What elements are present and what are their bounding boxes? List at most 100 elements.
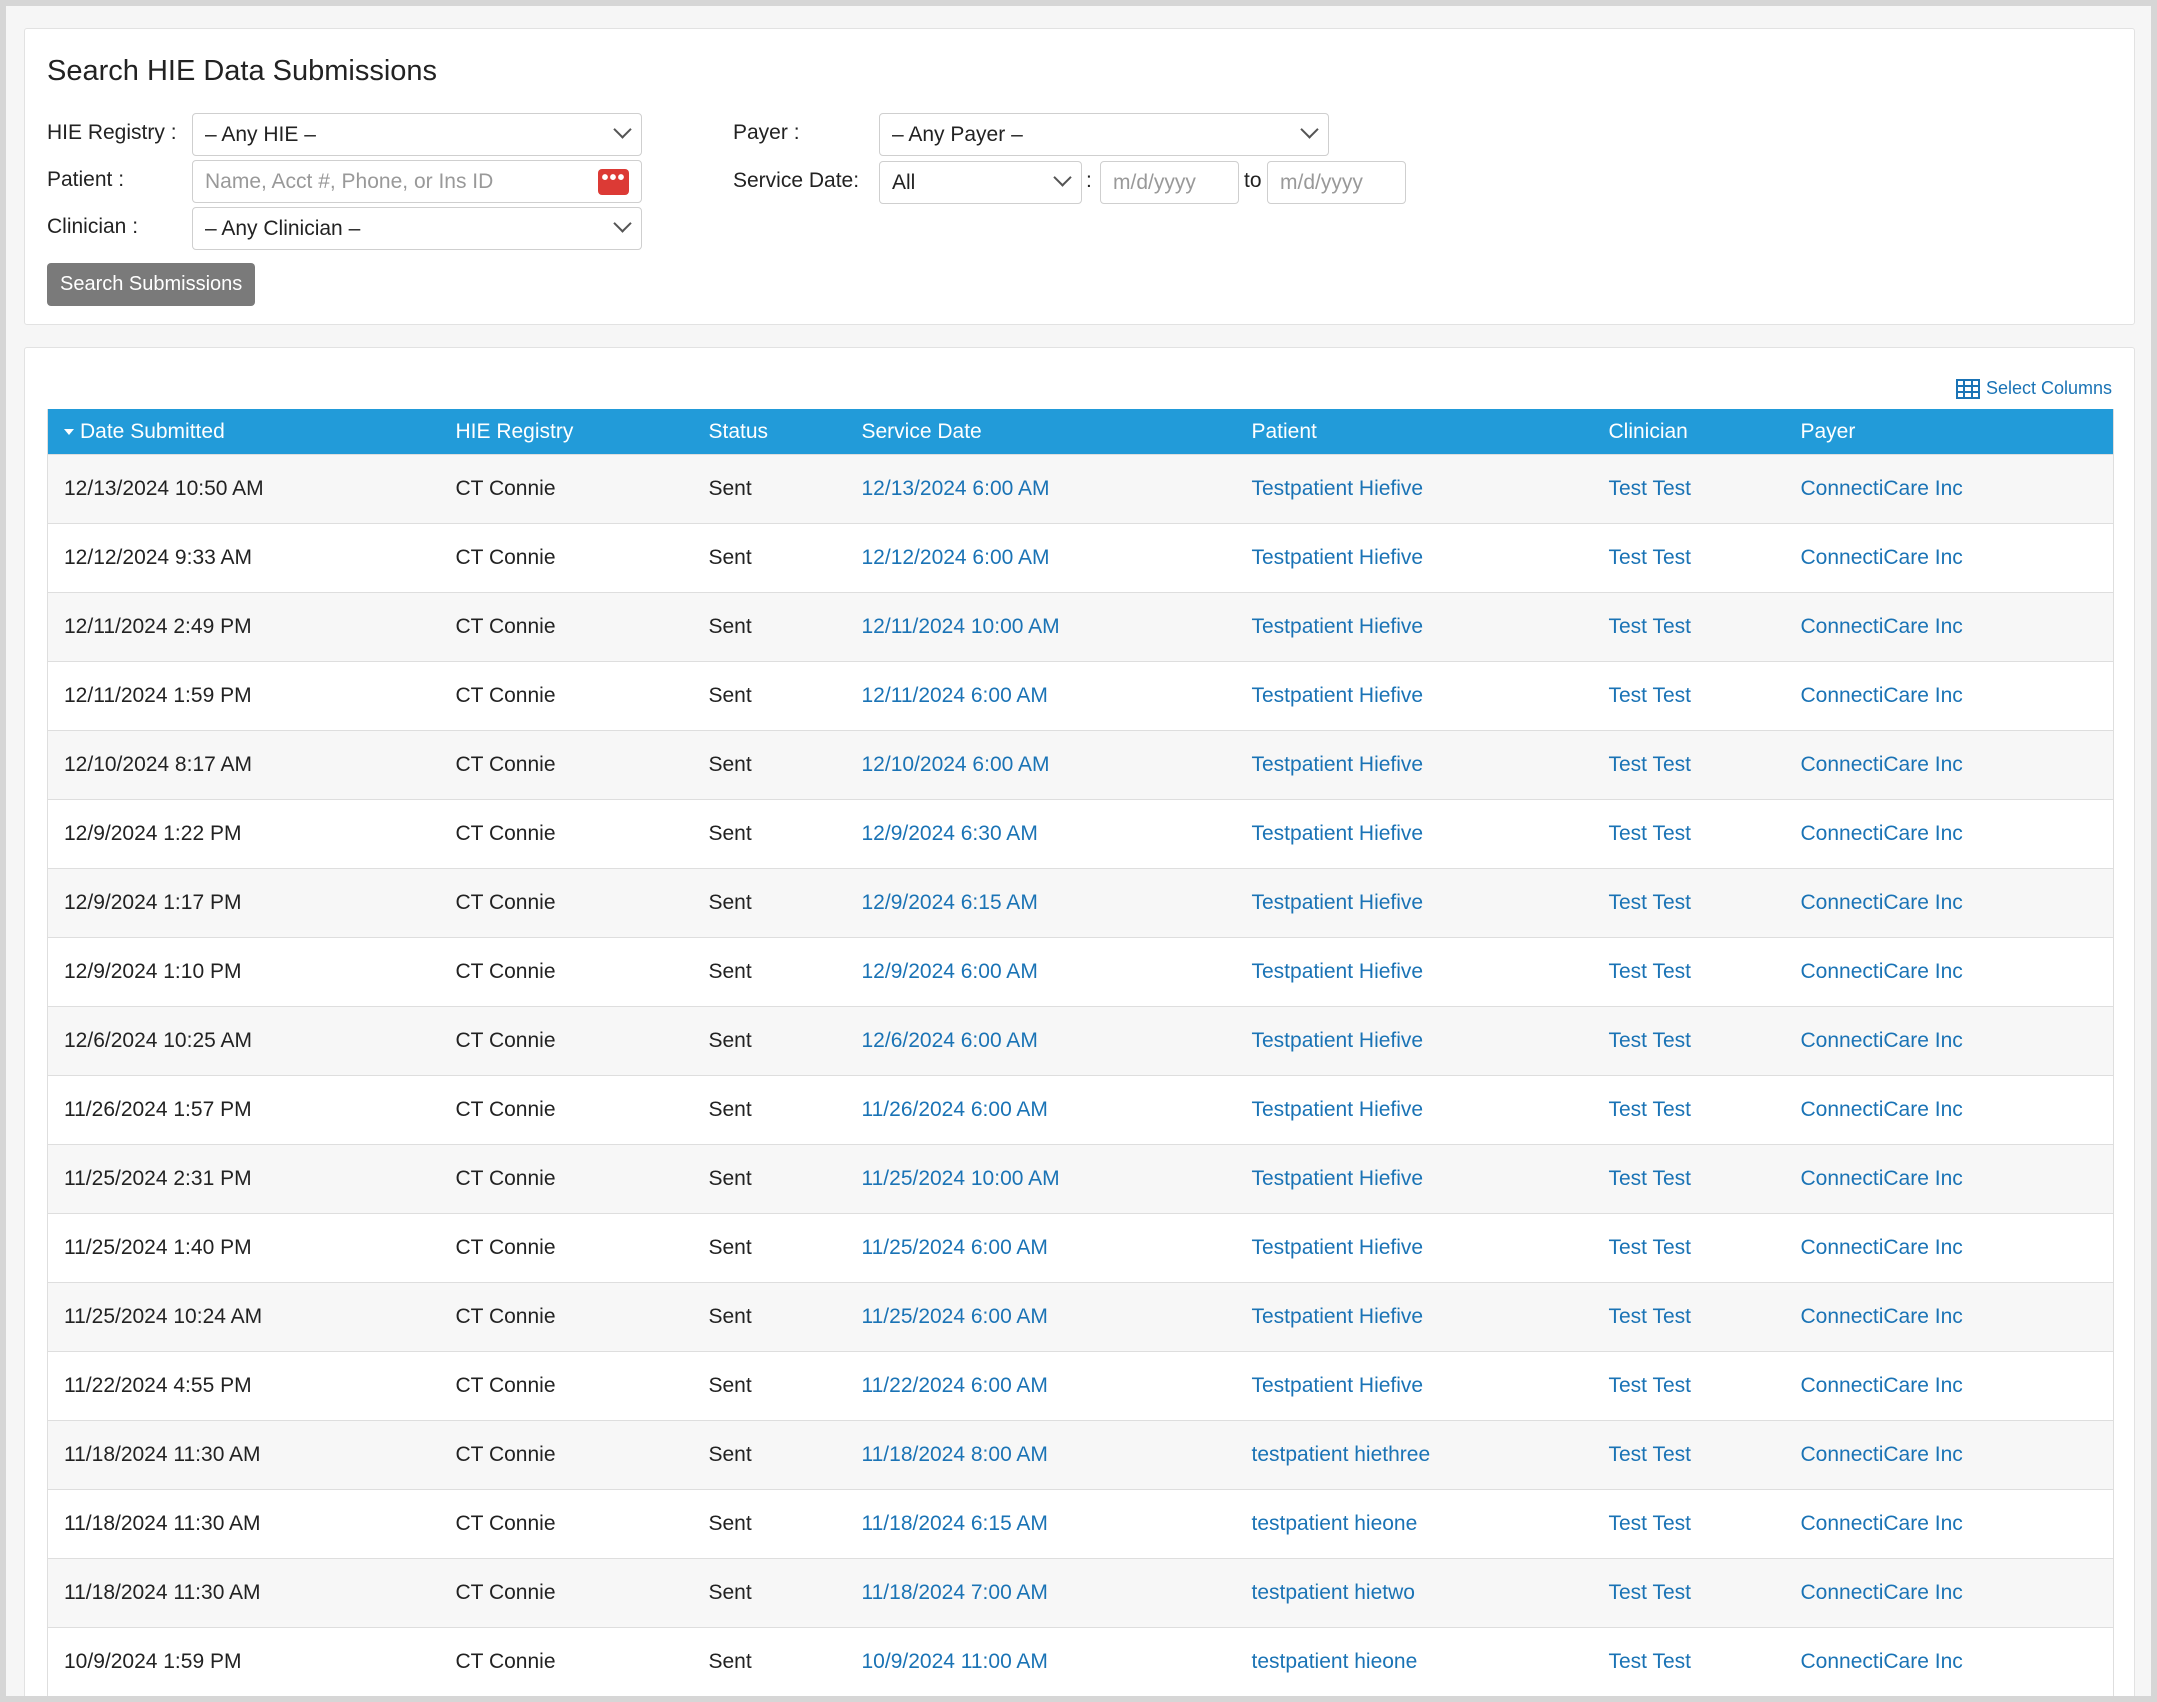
payer-link[interactable]: ConnectiCare Inc (1784, 937, 2114, 1007)
clinician-link[interactable]: Test Test (1592, 1351, 1785, 1421)
table-row[interactable]: 12/9/2024 1:17 PM CT Connie Sent 12/9/2024 … (47, 868, 2114, 938)
service-date-link[interactable]: 12/9/2024 6:15 AM (845, 868, 1236, 938)
service-date-link[interactable]: 11/26/2024 6:00 AM (845, 1075, 1236, 1145)
service-date-link[interactable]: 12/11/2024 6:00 AM (845, 661, 1236, 731)
patient-link[interactable]: Testpatient Hiefive (1235, 730, 1593, 800)
service-date-from-input[interactable]: m/d/yyyy (1100, 161, 1239, 204)
table-row[interactable]: 12/10/2024 8:17 AM CT Connie Sent 12/10/202… (47, 730, 2114, 800)
payer-link[interactable]: ConnectiCare Inc (1784, 1489, 2114, 1559)
clinician-link[interactable]: Test Test (1592, 799, 1785, 869)
table-row[interactable]: 10/9/2024 1:59 PM CT Connie Sent 10/9/2024 … (47, 1627, 2114, 1696)
column-header-hie-registry[interactable]: HIE Registry (440, 409, 693, 455)
clinician-link[interactable]: Test Test (1592, 868, 1785, 938)
payer-link[interactable]: ConnectiCare Inc (1784, 1627, 2114, 1696)
clinician-link[interactable]: Test Test (1592, 1144, 1785, 1214)
column-header-service-date[interactable]: Service Date (846, 409, 1236, 455)
table-row[interactable]: 11/26/2024 1:57 PM CT Connie Sent 11/26/202… (47, 1075, 2114, 1145)
patient-link[interactable]: Testpatient Hiefive (1235, 661, 1593, 731)
payer-link[interactable]: ConnectiCare Inc (1784, 1075, 2114, 1145)
clinician-link[interactable]: Test Test (1592, 1627, 1785, 1696)
payer-select[interactable]: – Any Payer – (879, 113, 1329, 156)
payer-link[interactable]: ConnectiCare Inc (1784, 454, 2114, 524)
payer-link[interactable]: ConnectiCare Inc (1784, 868, 2114, 938)
column-header-clinician[interactable]: Clinician (1593, 409, 1785, 455)
table-row[interactable]: 12/9/2024 1:10 PM CT Connie Sent 12/9/2024 … (47, 937, 2114, 1007)
column-header-payer[interactable]: Payer (1785, 409, 2114, 455)
hie-registry-select[interactable]: – Any HIE – (192, 113, 642, 156)
clinician-link[interactable]: Test Test (1592, 523, 1785, 593)
table-row[interactable]: 11/18/2024 11:30 AM CT Connie Sent 11/18/20… (47, 1558, 2114, 1628)
patient-link[interactable]: Testpatient Hiefive (1235, 799, 1593, 869)
table-row[interactable]: 11/22/2024 4:55 PM CT Connie Sent 11/22/202… (47, 1351, 2114, 1421)
table-row[interactable]: 12/11/2024 1:59 PM CT Connie Sent 12/11/202… (47, 661, 2114, 731)
table-row[interactable]: 12/9/2024 1:22 PM CT Connie Sent 12/9/2024 … (47, 799, 2114, 869)
patient-link[interactable]: Testpatient Hiefive (1235, 523, 1593, 593)
payer-link[interactable]: ConnectiCare Inc (1784, 730, 2114, 800)
patient-link[interactable]: Testpatient Hiefive (1235, 1213, 1593, 1283)
service-date-range-select[interactable]: All (879, 161, 1082, 204)
service-date-link[interactable]: 11/22/2024 6:00 AM (845, 1351, 1236, 1421)
clinician-link[interactable]: Test Test (1592, 1558, 1785, 1628)
patient-link[interactable]: Testpatient Hiefive (1235, 1282, 1593, 1352)
patient-link[interactable]: Testpatient Hiefive (1235, 1006, 1593, 1076)
patient-link[interactable]: Testpatient Hiefive (1235, 1144, 1593, 1214)
payer-link[interactable]: ConnectiCare Inc (1784, 1006, 2114, 1076)
clinician-link[interactable]: Test Test (1592, 1489, 1785, 1559)
patient-link[interactable]: testpatient hieone (1235, 1489, 1593, 1559)
clinician-link[interactable]: Test Test (1592, 1282, 1785, 1352)
clinician-link[interactable]: Test Test (1592, 730, 1785, 800)
column-header-date-submitted[interactable]: Date Submitted (48, 409, 440, 455)
table-row[interactable]: 11/25/2024 2:31 PM CT Connie Sent 11/25/202… (47, 1144, 2114, 1214)
clinician-link[interactable]: Test Test (1592, 1006, 1785, 1076)
clinician-link[interactable]: Test Test (1592, 454, 1785, 524)
clinician-select[interactable]: – Any Clinician – (192, 207, 642, 250)
clinician-link[interactable]: Test Test (1592, 1213, 1785, 1283)
payer-link[interactable]: ConnectiCare Inc (1784, 799, 2114, 869)
patient-link[interactable]: Testpatient Hiefive (1235, 592, 1593, 662)
column-header-status[interactable]: Status (693, 409, 846, 455)
patient-search-input[interactable]: Name, Acct #, Phone, or Ins ID ••• (192, 160, 642, 203)
payer-link[interactable]: ConnectiCare Inc (1784, 523, 2114, 593)
patient-link[interactable]: testpatient hietwo (1235, 1558, 1593, 1628)
table-row[interactable]: 12/6/2024 10:25 AM CT Connie Sent 12/6/2024… (47, 1006, 2114, 1076)
patient-link[interactable]: Testpatient Hiefive (1235, 937, 1593, 1007)
table-row[interactable]: 11/25/2024 10:24 AM CT Connie Sent 11/25/20… (47, 1282, 2114, 1352)
clinician-link[interactable]: Test Test (1592, 1420, 1785, 1490)
table-row[interactable]: 11/18/2024 11:30 AM CT Connie Sent 11/18/20… (47, 1489, 2114, 1559)
patient-link[interactable]: testpatient hieone (1235, 1627, 1593, 1696)
service-date-link[interactable]: 11/18/2024 6:15 AM (845, 1489, 1236, 1559)
table-row[interactable]: 11/25/2024 1:40 PM CT Connie Sent 11/25/202… (47, 1213, 2114, 1283)
service-date-link[interactable]: 12/11/2024 10:00 AM (845, 592, 1236, 662)
service-date-link[interactable]: 11/18/2024 7:00 AM (845, 1558, 1236, 1628)
payer-link[interactable]: ConnectiCare Inc (1784, 661, 2114, 731)
clinician-link[interactable]: Test Test (1592, 592, 1785, 662)
payer-link[interactable]: ConnectiCare Inc (1784, 592, 2114, 662)
column-header-patient[interactable]: Patient (1236, 409, 1593, 455)
service-date-link[interactable]: 12/9/2024 6:30 AM (845, 799, 1236, 869)
service-date-link[interactable]: 11/25/2024 6:00 AM (845, 1282, 1236, 1352)
patient-link[interactable]: Testpatient Hiefive (1235, 1075, 1593, 1145)
patient-link[interactable]: Testpatient Hiefive (1235, 454, 1593, 524)
more-dots-icon[interactable]: ••• (598, 168, 629, 195)
service-date-link[interactable]: 11/25/2024 10:00 AM (845, 1144, 1236, 1214)
clinician-link[interactable]: Test Test (1592, 661, 1785, 731)
table-row[interactable]: 12/12/2024 9:33 AM CT Connie Sent 12/12/202… (47, 523, 2114, 593)
payer-link[interactable]: ConnectiCare Inc (1784, 1558, 2114, 1628)
service-date-link[interactable]: 11/18/2024 8:00 AM (845, 1420, 1236, 1490)
service-date-to-input[interactable]: m/d/yyyy (1267, 161, 1406, 204)
patient-link[interactable]: testpatient hiethree (1235, 1420, 1593, 1490)
payer-link[interactable]: ConnectiCare Inc (1784, 1282, 2114, 1352)
payer-link[interactable]: ConnectiCare Inc (1784, 1351, 2114, 1421)
service-date-link[interactable]: 12/6/2024 6:00 AM (845, 1006, 1236, 1076)
service-date-link[interactable]: 12/10/2024 6:00 AM (845, 730, 1236, 800)
service-date-link[interactable]: 10/9/2024 11:00 AM (845, 1627, 1236, 1696)
search-submissions-button[interactable]: Search Submissions (47, 263, 256, 306)
payer-link[interactable]: ConnectiCare Inc (1784, 1420, 2114, 1490)
service-date-link[interactable]: 12/9/2024 6:00 AM (845, 937, 1236, 1007)
clinician-link[interactable]: Test Test (1592, 1075, 1785, 1145)
patient-link[interactable]: Testpatient Hiefive (1235, 868, 1593, 938)
service-date-link[interactable]: 12/13/2024 6:00 AM (845, 454, 1236, 524)
payer-link[interactable]: ConnectiCare Inc (1784, 1213, 2114, 1283)
table-row[interactable]: 12/13/2024 10:50 AM CT Connie Sent 12/13/20… (47, 454, 2114, 524)
table-row[interactable]: 11/18/2024 11:30 AM CT Connie Sent 11/18/20… (47, 1420, 2114, 1490)
